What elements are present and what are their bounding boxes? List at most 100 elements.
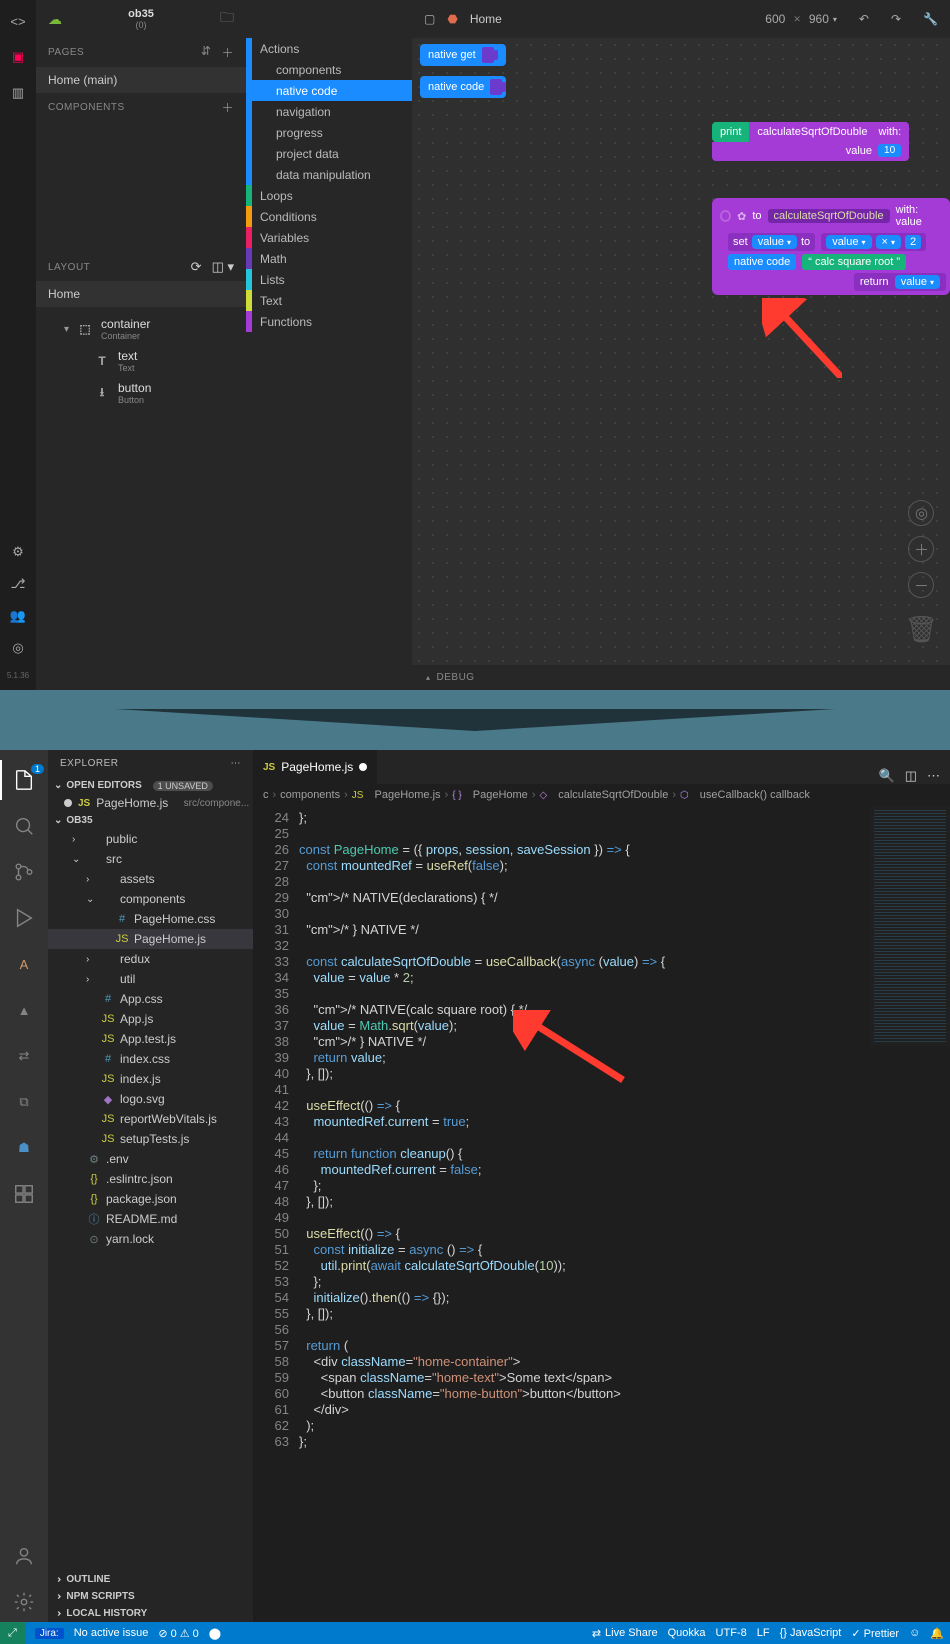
cat-conditions[interactable]: Conditions — [246, 206, 412, 227]
cat-navigation[interactable]: navigation — [246, 101, 412, 122]
file-row[interactable]: {}package.json — [48, 1189, 253, 1209]
prettier-seg[interactable]: ✓ Prettier — [851, 1627, 899, 1640]
page-item-home[interactable]: Home (main) — [36, 67, 246, 93]
gear-icon[interactable]: ⚙ — [9, 543, 27, 561]
lang-seg[interactable]: {} JavaScript — [780, 1627, 842, 1639]
file-row[interactable]: JSreportWebVitals.js — [48, 1109, 253, 1129]
block-function-def[interactable]: ✿ to calculateSqrtOfDouble with: value s… — [712, 198, 950, 295]
noissue-seg[interactable]: No active issue — [74, 1627, 149, 1639]
layers-icon[interactable]: ▣ — [9, 48, 27, 66]
file-row[interactable]: JSApp.test.js — [48, 1029, 253, 1049]
file-row[interactable]: ⊙yarn.lock — [48, 1229, 253, 1249]
test-a-icon[interactable]: A — [0, 944, 48, 984]
scm-icon[interactable] — [0, 852, 48, 892]
explorer-icon[interactable]: 1 — [0, 760, 48, 800]
file-row[interactable]: JSindex.js — [48, 1069, 253, 1089]
file-row[interactable]: ◆logo.svg — [48, 1089, 253, 1109]
palette-native-get[interactable]: native get — [420, 44, 506, 66]
npm-scripts-section[interactable]: ⌄NPM SCRIPTS — [48, 1588, 253, 1605]
file-row[interactable]: ›public — [48, 829, 253, 849]
tree-container[interactable]: ▾ ⬚ containerContainer — [36, 313, 246, 345]
tree-button[interactable]: ⭳ buttonButton — [36, 377, 246, 409]
file-row[interactable]: {}.eslintrc.json — [48, 1169, 253, 1189]
outline-section[interactable]: ⌄OUTLINE — [48, 1571, 253, 1588]
undo-icon[interactable]: ↶ — [859, 12, 869, 26]
tab-more-icon[interactable]: ⋯ — [927, 768, 940, 784]
file-row[interactable]: #index.css — [48, 1049, 253, 1069]
center-icon[interactable]: ◎ — [908, 500, 934, 526]
minimap[interactable] — [870, 806, 950, 1046]
docker-icon[interactable]: ☗ — [0, 1128, 48, 1168]
height-dd[interactable]: 960▾ — [809, 12, 837, 26]
file-row[interactable]: ⚙.env — [48, 1149, 253, 1169]
folder-root-section[interactable]: ⌄OB35 — [48, 812, 253, 829]
block-print[interactable]: print calculateSqrtOfDouble with: value1… — [712, 122, 909, 161]
file-row[interactable]: JSApp.js — [48, 1009, 253, 1029]
file-row[interactable]: #App.css — [48, 989, 253, 1009]
code-icon[interactable]: <> — [9, 12, 27, 30]
tree-text[interactable]: T textText — [36, 345, 246, 377]
tab-pagehome[interactable]: JSPageHome.js — [253, 750, 377, 784]
cat-project-data[interactable]: project data — [246, 143, 412, 164]
eol-seg[interactable]: LF — [757, 1627, 770, 1639]
file-row[interactable]: ⌄src — [48, 849, 253, 869]
file-row[interactable]: ›redux — [48, 949, 253, 969]
cat-loops[interactable]: Loops — [246, 185, 412, 206]
block-gear-icon[interactable]: ✿ — [737, 210, 746, 223]
record-seg[interactable]: ⬤ — [209, 1627, 221, 1640]
cat-text[interactable]: Text — [246, 290, 412, 311]
debug-bar[interactable]: DEBUG — [412, 665, 950, 690]
cat-functions[interactable]: Functions — [246, 311, 412, 332]
file-row[interactable]: ›assets — [48, 869, 253, 889]
cat-math[interactable]: Math — [246, 248, 412, 269]
split-icon[interactable]: ◫ — [905, 768, 917, 784]
redo-icon[interactable]: ↷ — [891, 12, 901, 26]
trash-icon[interactable]: 🗑 — [905, 614, 938, 645]
cat-variables[interactable]: Variables — [246, 227, 412, 248]
file-row[interactable]: ⌄components — [48, 889, 253, 909]
cat-actions[interactable]: Actions — [246, 38, 412, 59]
add-page-icon[interactable]: ＋ — [221, 44, 234, 61]
shield-icon[interactable]: ⬣ — [447, 12, 457, 26]
cat-native-code[interactable]: native code — [246, 80, 412, 101]
code-editor[interactable]: 2425262728293031323334353637383940414243… — [253, 806, 950, 1622]
people-icon[interactable]: 👥 — [9, 607, 27, 625]
settings-icon[interactable] — [0, 1582, 48, 1622]
filter-icon[interactable]: ⇵ — [201, 44, 212, 61]
breadcrumb[interactable]: Home — [470, 12, 502, 26]
file-row[interactable]: JSPageHome.js — [48, 929, 253, 949]
extensions-icon[interactable] — [0, 1174, 48, 1214]
cat-data-manip[interactable]: data manipulation — [246, 164, 412, 185]
cloud-icon[interactable]: ☁ — [48, 11, 62, 28]
refresh-icon[interactable]: ⟳ — [191, 259, 202, 275]
layout-opts-icon[interactable]: ◫ ▾ — [212, 259, 234, 275]
search-icon[interactable] — [0, 806, 48, 846]
file-row[interactable]: ⓘREADME.md — [48, 1209, 253, 1229]
file-row[interactable]: JSsetupTests.js — [48, 1129, 253, 1149]
cat-components[interactable]: components — [246, 59, 412, 80]
local-history-section[interactable]: ⌄LOCAL HISTORY — [48, 1605, 253, 1622]
add-component-icon[interactable]: ＋ — [221, 99, 234, 116]
open-editors-section[interactable]: ⌄OPEN EDITORS 1 UNSAVED — [48, 777, 253, 794]
palette-native-code[interactable]: native code — [420, 76, 506, 98]
share-icon[interactable]: ⇄ — [0, 1036, 48, 1076]
zoom-out[interactable]: － — [908, 572, 934, 598]
crop-icon[interactable]: ▢ — [424, 12, 435, 26]
account-icon[interactable] — [0, 1536, 48, 1576]
find-icon[interactable]: 🔍 — [879, 768, 895, 784]
test-b-icon[interactable]: ▲ — [0, 990, 48, 1030]
feedback-icon[interactable]: ☺ — [909, 1627, 920, 1639]
breadcrumb-bar[interactable]: c› components› JS PageHome.js› { } PageH… — [253, 784, 950, 806]
remote-indicator[interactable]: ⤢ — [0, 1622, 25, 1644]
file-row[interactable]: ›util — [48, 969, 253, 989]
quokka-seg[interactable]: Quokka — [668, 1627, 706, 1639]
wrench-icon[interactable]: 🔧 — [923, 12, 938, 26]
encoding-seg[interactable]: UTF-8 — [716, 1627, 747, 1639]
layout-home[interactable]: Home — [36, 281, 246, 307]
cat-lists[interactable]: Lists — [246, 269, 412, 290]
jira-seg[interactable]: Jira: — [35, 1628, 64, 1639]
collapse-icon[interactable] — [720, 210, 731, 222]
liveshare-seg[interactable]: ⇄ Live Share — [592, 1627, 658, 1640]
archive-icon[interactable]: ▥ — [9, 84, 27, 102]
canvas[interactable]: ▢ ⬣ Home 600 ✕ 960▾ ↶ ↷ 🔧 native get nat… — [412, 0, 950, 690]
